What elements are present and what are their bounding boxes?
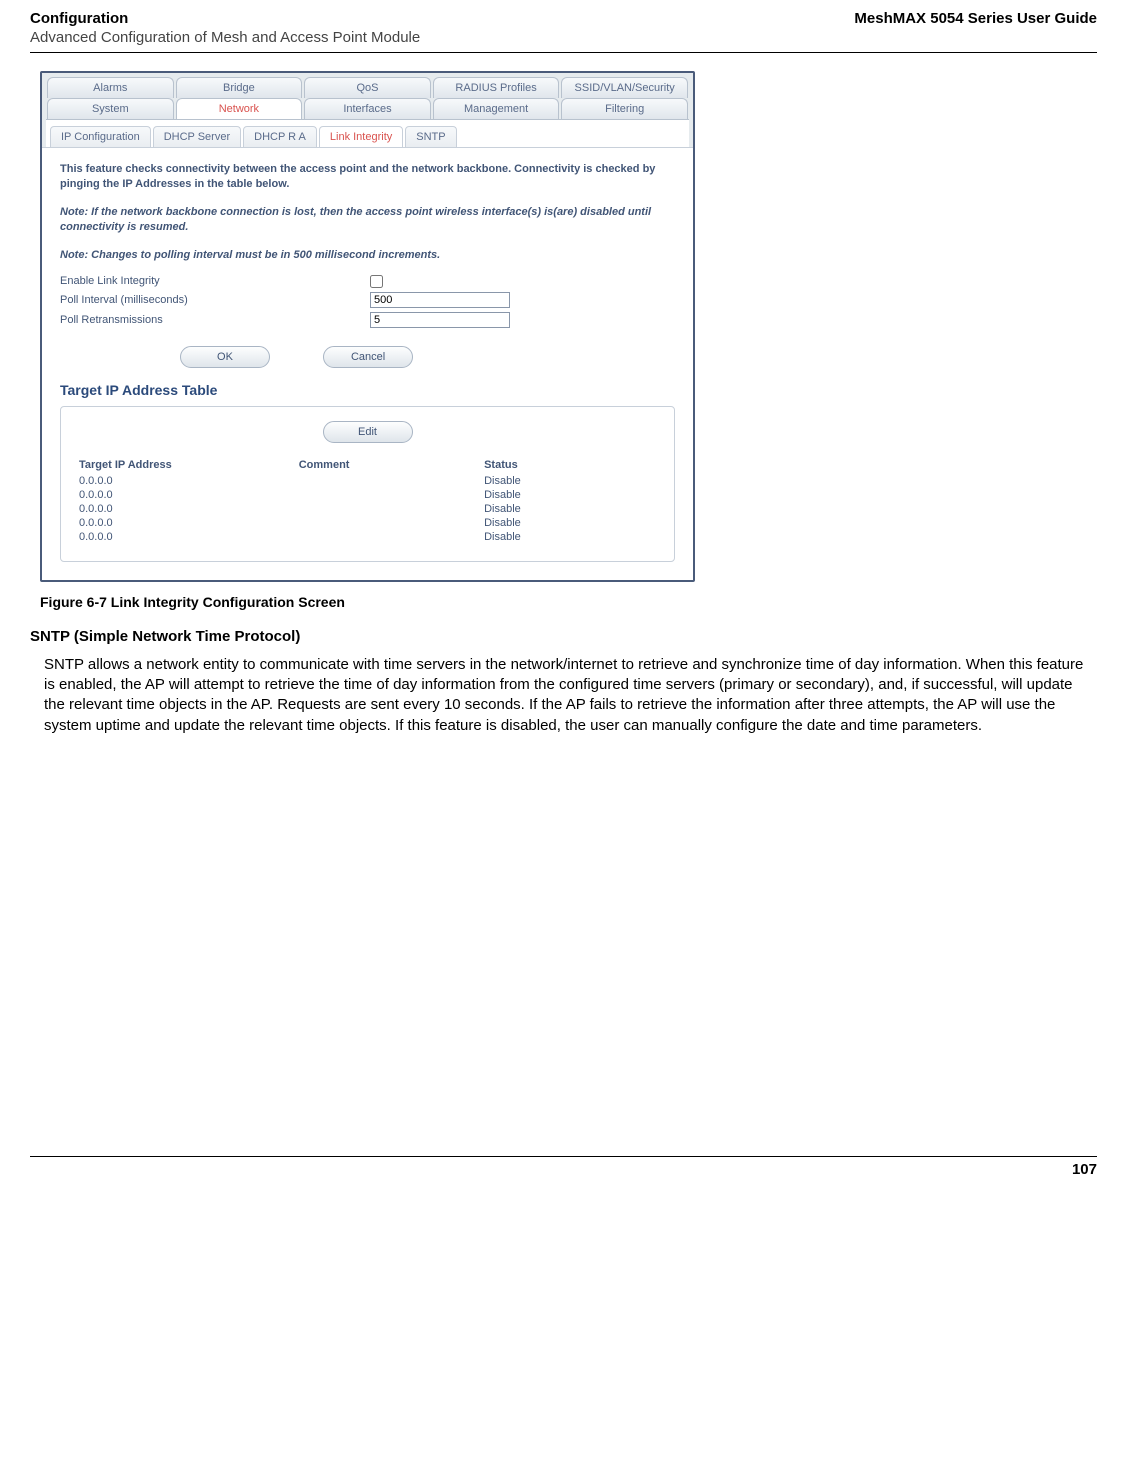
divider [30, 52, 1097, 53]
tab-qos[interactable]: QoS [304, 77, 431, 98]
enable-link-integrity-label: Enable Link Integrity [60, 275, 370, 287]
ok-button[interactable]: OK [180, 346, 270, 368]
subtab-dhcp-server[interactable]: DHCP Server [153, 126, 241, 147]
header-subtitle: Advanced Configuration of Mesh and Acces… [30, 29, 1097, 46]
poll-retransmissions-label: Poll Retransmissions [60, 314, 370, 326]
cell-ip: 0.0.0.0 [79, 531, 297, 543]
header-section: Configuration [30, 10, 128, 27]
subtab-dhcp-ra[interactable]: DHCP R A [243, 126, 317, 147]
figure-caption: Figure 6-7 Link Integrity Configuration … [40, 594, 1097, 610]
cell-status: Disable [484, 475, 656, 487]
link-integrity-panel: This feature checks connectivity between… [42, 147, 693, 580]
table-row: 0.0.0.0 Disable [79, 489, 656, 501]
primary-tab-row-2: System Network Interfaces Management Fil… [46, 98, 689, 119]
cell-ip: 0.0.0.0 [79, 517, 297, 529]
table-row: 0.0.0.0 Disable [79, 531, 656, 543]
target-ip-table-box: Edit Target IP Address Comment Status 0.… [60, 406, 675, 562]
tab-network[interactable]: Network [176, 98, 303, 119]
cell-comment [299, 503, 482, 515]
cell-ip: 0.0.0.0 [79, 475, 297, 487]
target-ip-table: Target IP Address Comment Status 0.0.0.0… [77, 457, 658, 545]
tab-ssid-vlan-security[interactable]: SSID/VLAN/Security [561, 77, 688, 98]
sntp-paragraph: SNTP allows a network entity to communic… [44, 655, 1087, 736]
table-row: 0.0.0.0 Disable [79, 503, 656, 515]
table-header-ip: Target IP Address [79, 459, 297, 473]
tab-interfaces[interactable]: Interfaces [304, 98, 431, 119]
table-header-comment: Comment [299, 459, 482, 473]
cell-comment [299, 517, 482, 529]
poll-interval-input[interactable] [370, 292, 510, 308]
poll-interval-label: Poll Interval (milliseconds) [60, 294, 370, 306]
footer-divider [30, 1156, 1097, 1157]
table-row: 0.0.0.0 Disable [79, 475, 656, 487]
page-number: 107 [30, 1161, 1097, 1178]
sntp-heading: SNTP (Simple Network Time Protocol) [30, 628, 1097, 645]
sub-tab-row: IP Configuration DHCP Server DHCP R A Li… [46, 119, 689, 147]
tab-management[interactable]: Management [433, 98, 560, 119]
cell-comment [299, 531, 482, 543]
enable-link-integrity-checkbox[interactable] [370, 275, 383, 288]
panel-note-1: Note: If the network backbone connection… [60, 205, 675, 236]
cell-status: Disable [484, 531, 656, 543]
table-row: 0.0.0.0 Disable [79, 517, 656, 529]
tab-bridge[interactable]: Bridge [176, 77, 303, 98]
cell-status: Disable [484, 517, 656, 529]
config-screenshot: Alarms Bridge QoS RADIUS Profiles SSID/V… [40, 71, 695, 582]
edit-button[interactable]: Edit [323, 421, 413, 443]
tab-filtering[interactable]: Filtering [561, 98, 688, 119]
cell-status: Disable [484, 503, 656, 515]
panel-description: This feature checks connectivity between… [60, 162, 675, 193]
panel-note-2: Note: Changes to polling interval must b… [60, 248, 675, 263]
table-header-status: Status [484, 459, 656, 473]
cell-comment [299, 475, 482, 487]
subtab-sntp[interactable]: SNTP [405, 126, 456, 147]
target-ip-table-title: Target IP Address Table [60, 382, 675, 398]
cell-ip: 0.0.0.0 [79, 489, 297, 501]
cell-comment [299, 489, 482, 501]
tab-radius-profiles[interactable]: RADIUS Profiles [433, 77, 560, 98]
cell-status: Disable [484, 489, 656, 501]
cancel-button[interactable]: Cancel [323, 346, 413, 368]
tab-alarms[interactable]: Alarms [47, 77, 174, 98]
subtab-ip-configuration[interactable]: IP Configuration [50, 126, 151, 147]
tab-system[interactable]: System [47, 98, 174, 119]
header-guide-title: MeshMAX 5054 Series User Guide [854, 10, 1097, 27]
poll-retransmissions-input[interactable] [370, 312, 510, 328]
cell-ip: 0.0.0.0 [79, 503, 297, 515]
subtab-link-integrity[interactable]: Link Integrity [319, 126, 403, 147]
primary-tab-row-1: Alarms Bridge QoS RADIUS Profiles SSID/V… [46, 77, 689, 98]
